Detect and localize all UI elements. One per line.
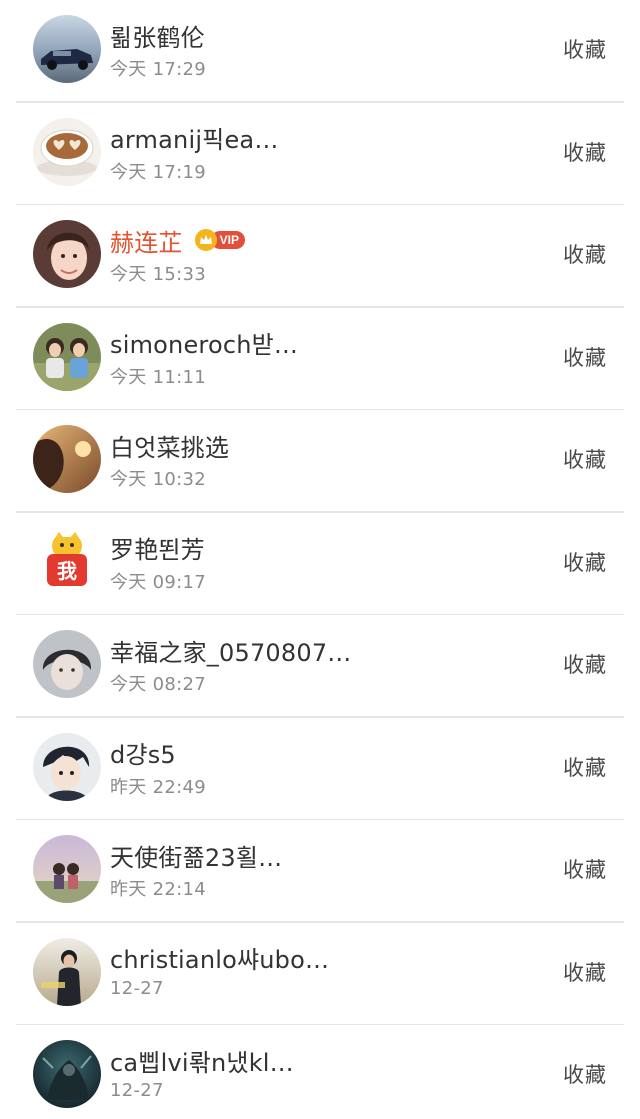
timestamp: 今天 10:32 xyxy=(110,469,206,490)
contact-name[interactable]: ca삡lvi롺n냈kl… xyxy=(110,1043,294,1078)
contact-name[interactable]: d걍s5 xyxy=(110,735,176,770)
list-item[interactable]: 天使街쬶23횔… 昨天 22:14 收藏 xyxy=(0,820,640,923)
timestamp: 今天 17:19 xyxy=(110,161,206,183)
coffee-heart-avatar-icon[interactable] xyxy=(33,117,101,186)
avatar-text: 我 xyxy=(57,559,77,583)
collect-button[interactable]: 收藏 xyxy=(563,239,607,269)
girl-portrait-avatar-icon[interactable] xyxy=(33,220,101,288)
favorites-list: 뢺张鹤伦 今天 17:29 收藏 armanij픽ea… 今天 17:19 收藏 xyxy=(0,0,640,1119)
sunset-silhouette-avatar-icon[interactable] xyxy=(33,425,101,493)
cartoon-cat-avatar-icon[interactable]: 我 xyxy=(33,527,101,596)
grey-portrait-avatar-icon[interactable] xyxy=(33,630,101,698)
list-item[interactable]: christianlo쌰ubo… 12-27 收藏 xyxy=(0,923,640,1025)
timestamp: 12-27 xyxy=(110,977,164,999)
contact-name[interactable]: 罗艳뙨芳 xyxy=(110,530,205,565)
collect-button[interactable]: 收藏 xyxy=(563,444,607,474)
timestamp: 12-27 xyxy=(110,1080,164,1101)
timestamp: 昨天 22:14 xyxy=(110,879,206,900)
timestamp: 昨天 22:49 xyxy=(110,776,206,798)
list-item[interactable]: 幸福之家_0570807… 今天 08:27 收藏 xyxy=(0,615,640,718)
timestamp: 今天 08:27 xyxy=(110,674,206,695)
contact-name[interactable]: simoneroch받… xyxy=(110,325,298,360)
collect-button[interactable]: 收藏 xyxy=(563,34,607,64)
list-item[interactable]: 我 罗艳뙨芳 今天 09:17 收藏 xyxy=(0,513,640,615)
collect-button[interactable]: 收藏 xyxy=(563,854,607,884)
dark-fantasy-avatar-icon[interactable] xyxy=(33,1040,101,1108)
list-item[interactable]: 白엇菜挑选 今天 10:32 收藏 xyxy=(0,410,640,513)
timestamp: 今天 17:29 xyxy=(110,59,206,80)
crown-icon xyxy=(194,229,217,251)
list-item[interactable]: ca삡lvi롺n냈kl… 12-27 收藏 xyxy=(0,1025,640,1119)
timestamp: 今天 15:33 xyxy=(110,264,206,285)
collect-button[interactable]: 收藏 xyxy=(563,547,607,577)
couple-sky-avatar-icon[interactable] xyxy=(33,835,101,903)
car-avatar-icon[interactable] xyxy=(33,15,101,83)
timestamp: 今天 11:11 xyxy=(110,366,206,388)
list-item[interactable]: armanij픽ea… 今天 17:19 收藏 xyxy=(0,103,640,205)
anime-boy-avatar-icon[interactable] xyxy=(33,732,101,801)
collect-button[interactable]: 收藏 xyxy=(563,752,607,782)
list-item[interactable]: d걍s5 昨天 22:49 收藏 xyxy=(0,718,640,820)
contact-name[interactable]: 뢺张鹤伦 xyxy=(110,18,205,53)
list-item[interactable]: simoneroch받… 今天 11:11 收藏 xyxy=(0,308,640,410)
timestamp: 今天 09:17 xyxy=(110,571,206,593)
man-standing-avatar-icon[interactable] xyxy=(33,937,101,1006)
two-children-avatar-icon[interactable] xyxy=(33,322,101,391)
collect-button[interactable]: 收藏 xyxy=(563,649,607,679)
collect-button[interactable]: 收藏 xyxy=(563,137,607,167)
list-item[interactable]: 赫连芷 VIP 今天 15:33 收藏 xyxy=(0,205,640,308)
contact-name[interactable]: armanij픽ea… xyxy=(110,120,279,155)
collect-button[interactable]: 收藏 xyxy=(563,1059,607,1089)
contact-name[interactable]: 天使街쬶23횔… xyxy=(110,838,282,873)
contact-name[interactable]: 幸福之家_0570807… xyxy=(110,633,352,668)
collect-button[interactable]: 收藏 xyxy=(563,957,607,987)
list-item[interactable]: 뢺张鹤伦 今天 17:29 收藏 xyxy=(0,0,640,103)
contact-name[interactable]: 白엇菜挑选 xyxy=(110,428,229,463)
collect-button[interactable]: 收藏 xyxy=(563,342,607,372)
contact-name[interactable]: christianlo쌰ubo… xyxy=(110,940,329,975)
contact-name[interactable]: 赫连芷 xyxy=(110,223,183,258)
vip-badge: VIP xyxy=(194,229,245,251)
